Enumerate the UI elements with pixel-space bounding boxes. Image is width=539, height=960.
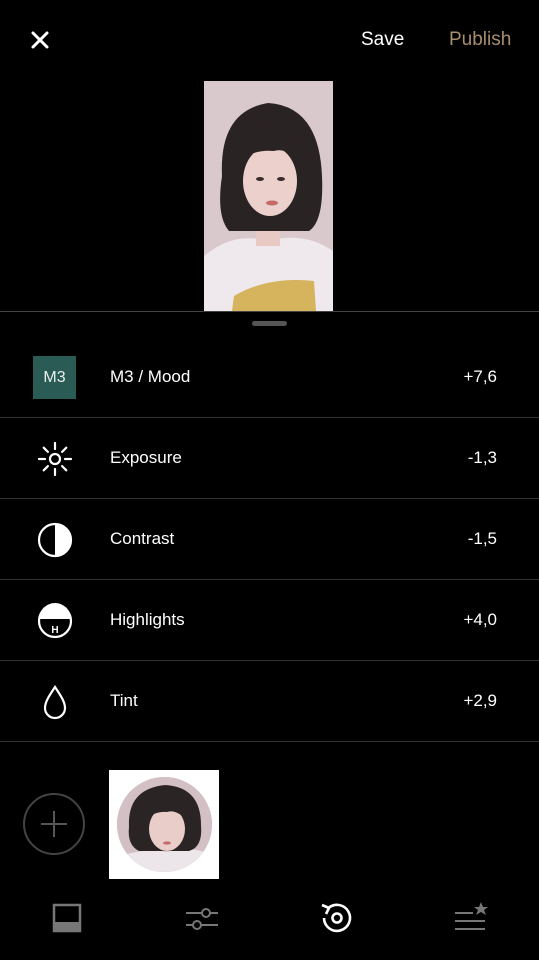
recipe-thumbnail-image	[116, 777, 212, 872]
recipes-tab[interactable]	[450, 898, 490, 938]
bottom-nav	[0, 888, 539, 950]
sun-icon	[33, 437, 76, 480]
drag-handle[interactable]	[252, 321, 287, 326]
adjustment-row-mood[interactable]: M3 M3 / Mood +7,6	[0, 337, 539, 418]
publish-button[interactable]: Publish	[449, 29, 511, 51]
adjustment-value: +4,0	[463, 610, 497, 629]
recipe-thumbnail[interactable]	[109, 770, 219, 879]
divider	[0, 311, 539, 312]
close-icon	[31, 31, 49, 49]
adjustment-row-tint[interactable]: Tint +2,9	[0, 661, 539, 742]
adjustment-label: Tint	[110, 691, 138, 710]
close-button[interactable]	[28, 28, 52, 52]
drop-icon	[33, 680, 76, 723]
tools-tab[interactable]	[182, 898, 222, 938]
tools-icon	[186, 908, 218, 930]
preset-badge-icon: M3	[33, 356, 76, 399]
adjustment-label: M3 / Mood	[110, 367, 191, 386]
adjustment-row-highlights[interactable]: H Highlights +4,0	[0, 580, 539, 661]
photo-preview[interactable]	[204, 81, 333, 311]
add-recipe-button[interactable]	[23, 793, 85, 855]
adjustment-row-contrast[interactable]: Contrast -1,5	[0, 499, 539, 580]
adjustment-row-exposure[interactable]: Exposure -1,3	[0, 418, 539, 499]
presets-tab[interactable]	[47, 898, 87, 938]
history-icon	[321, 903, 352, 933]
presets-icon	[52, 903, 82, 933]
adjustment-label: Contrast	[110, 529, 175, 548]
save-button[interactable]: Save	[361, 29, 404, 51]
adjustment-value: +7,6	[463, 367, 497, 386]
history-tab[interactable]	[317, 898, 357, 938]
adjustments-list: M3 M3 / Mood +7,6 Exposure -1,3 Contrast…	[0, 337, 539, 742]
contrast-icon	[33, 518, 76, 561]
adjustment-label: Exposure	[110, 448, 182, 467]
preset-badge: M3	[33, 356, 76, 399]
highlights-icon: H	[33, 599, 76, 642]
photo-preview-image	[204, 81, 333, 311]
adjustment-value: +2,9	[463, 691, 497, 710]
adjustment-label: Highlights	[110, 610, 185, 629]
highlights-badge: H	[51, 625, 58, 636]
adjustment-value: -1,3	[467, 448, 497, 467]
recipes-icon	[455, 902, 488, 930]
plus-icon	[41, 811, 67, 837]
adjustment-value: -1,5	[467, 529, 497, 548]
